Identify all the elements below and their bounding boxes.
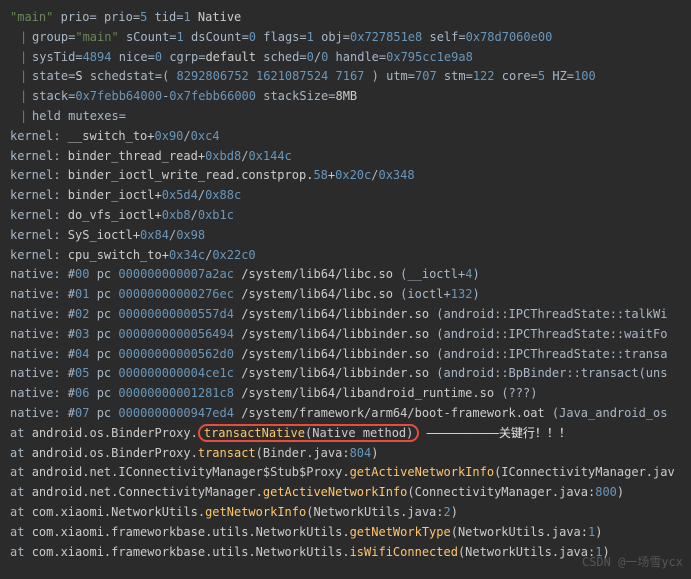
java-stack-line: at com.xiaomi.frameworkbase.utils.Networ… <box>10 543 681 563</box>
native-line: native: #03 pc 0000000000056494 /system/… <box>10 325 681 345</box>
tid-kv: tid=1 <box>155 10 191 24</box>
java-stack-line: at android.net.IConnectivityManager$Stub… <box>10 463 681 483</box>
java-stack-line: at android.os.BinderProxy.transact(Binde… <box>10 444 681 464</box>
native-line: native: #07 pc 0000000000947ed4 /system/… <box>10 404 681 424</box>
highlight-key-line: transactNative(Native method) <box>198 424 420 442</box>
systid-line: sysTid=4894 nice=0 cgrp=default sched=0/… <box>10 48 681 68</box>
kernel-line: kernel: __switch_to+0x90/0xc4 <box>10 127 681 147</box>
thread-type: Native <box>198 10 241 24</box>
kernel-line: kernel: do_vfs_ioctl+0xb8/0xb1c <box>10 206 681 226</box>
kernel-line: kernel: binder_ioctl+0x5d4/0x88c <box>10 186 681 206</box>
prio-kv: prio=5 <box>104 10 147 24</box>
java-block: at android.os.BinderProxy.transactNative… <box>10 424 681 563</box>
java-stack-line: at com.xiaomi.frameworkbase.utils.Networ… <box>10 523 681 543</box>
stack-line: stack=0x7febb64000-0x7febb66000 stackSiz… <box>10 87 681 107</box>
java-stack-line: at android.net.ConnectivityManager.getAc… <box>10 483 681 503</box>
group-line: group="main" sCount=1 dsCount=0 flags=1 … <box>10 28 681 48</box>
kernel-line: kernel: SyS_ioctl+0x84/0x98 <box>10 226 681 246</box>
native-line: native: #05 pc 000000000004ce1c /system/… <box>10 364 681 384</box>
java-stack-line: at android.os.BinderProxy.transactNative… <box>10 424 681 444</box>
native-line: native: #06 pc 00000000001281c8 /system/… <box>10 384 681 404</box>
prio-label <box>97 10 104 24</box>
kernel-line: kernel: binder_ioctl_write_read.constpro… <box>10 166 681 186</box>
native-line: native: #04 pc 00000000000562d0 /system/… <box>10 345 681 365</box>
kernel-block: kernel: __switch_to+0x90/0xc4kernel: bin… <box>10 127 681 266</box>
held-mutexes-line: held mutexes= <box>10 107 681 127</box>
java-stack-line: at com.xiaomi.NetworkUtils.getNetworkInf… <box>10 503 681 523</box>
kernel-line: kernel: binder_thread_read+0xbd8/0x144c <box>10 147 681 167</box>
thread-name: "main" <box>10 10 53 24</box>
native-block: native: #00 pc 000000000007a2ac /system/… <box>10 265 681 423</box>
native-line: native: #00 pc 000000000007a2ac /system/… <box>10 265 681 285</box>
thread-header: "main" prio= prio= prio=5 tid=1 Native <box>10 8 681 28</box>
kernel-line: kernel: cpu_switch_to+0x34c/0x22c0 <box>10 246 681 266</box>
native-line: native: #02 pc 00000000000557d4 /system/… <box>10 305 681 325</box>
state-line: state=S schedstat=( 8292806752 162108752… <box>10 67 681 87</box>
native-line: native: #01 pc 00000000000276ec /system/… <box>10 285 681 305</box>
